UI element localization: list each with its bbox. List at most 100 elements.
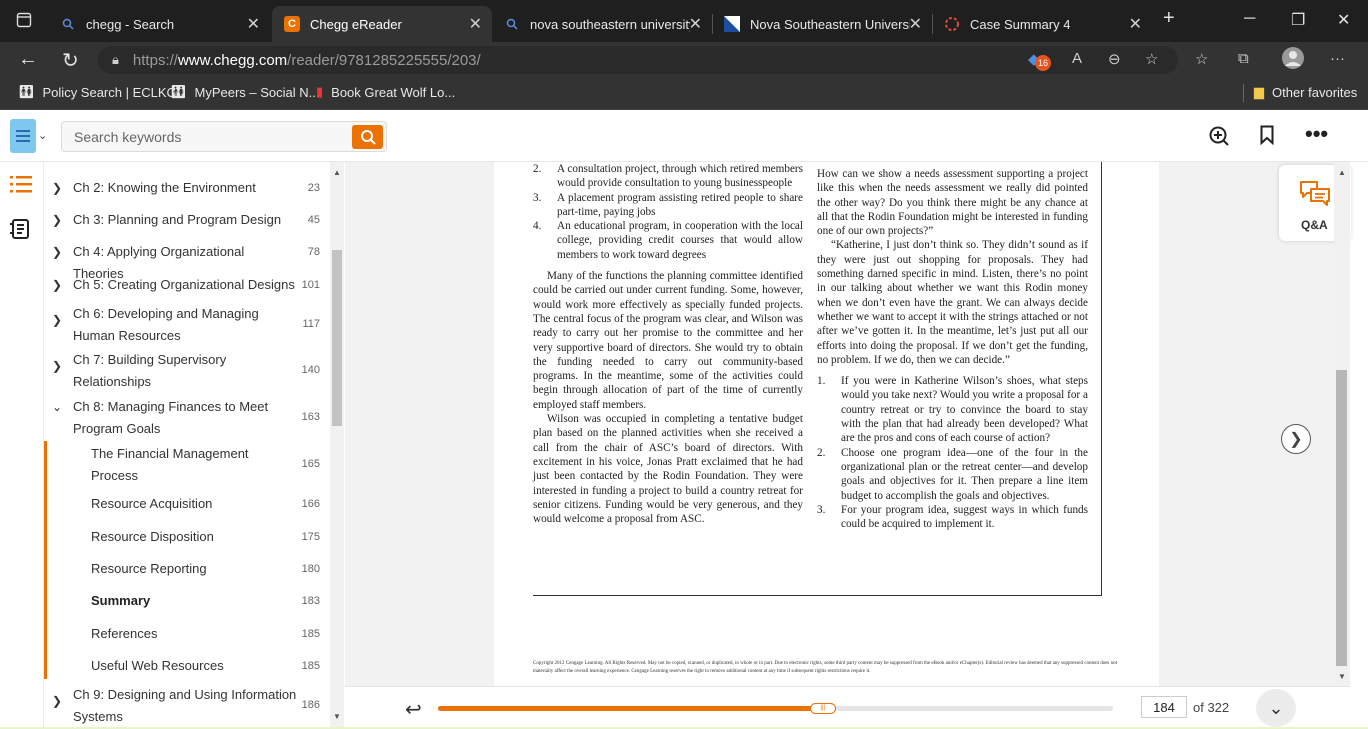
- chevron-down-icon[interactable]: ⌄: [52, 400, 62, 414]
- profile-avatar-icon[interactable]: [1282, 47, 1304, 73]
- toc-page: 117: [302, 318, 320, 330]
- chevron-down-icon: ⌄: [1268, 697, 1284, 718]
- list-number: 2.: [817, 446, 826, 459]
- case-box-border: [958, 162, 1102, 596]
- bookmark-icon: 🚻︎: [170, 84, 187, 99]
- close-icon[interactable]: ✕: [247, 14, 260, 34]
- scroll-up-icon[interactable]: ▲: [333, 168, 341, 177]
- zoom-in-icon[interactable]: [1208, 125, 1230, 153]
- toc-label: Ch 5: Creating Organizational Designs: [73, 277, 295, 292]
- close-window-icon[interactable]: ✕: [1337, 10, 1350, 30]
- bookmark-icon[interactable]: [1260, 125, 1274, 151]
- close-icon[interactable]: ✕: [469, 14, 482, 34]
- page-number-input[interactable]: [1141, 696, 1187, 718]
- zoom-icon[interactable]: ⊖: [1108, 50, 1121, 68]
- toc-page: 186: [301, 699, 320, 711]
- toc-label: Summary: [91, 593, 151, 608]
- url-field[interactable]: 🔒︎ https://www.chegg.com/reader/97812852…: [98, 46, 1178, 74]
- lock-icon: 🔒︎: [112, 52, 119, 67]
- back-arrow-icon[interactable]: ←: [18, 48, 38, 71]
- close-icon[interactable]: ✕: [1129, 14, 1142, 34]
- favorites-icon[interactable]: ☆: [1195, 50, 1208, 68]
- toc-page: 183: [301, 595, 320, 607]
- close-icon[interactable]: ✕: [689, 14, 702, 34]
- toc-label: Ch 3: Planning and Program Design: [73, 212, 282, 227]
- reader-header: ⌄ •••: [0, 111, 1368, 162]
- toc-page: 140: [301, 364, 320, 376]
- total-pages: of 322: [1193, 700, 1230, 715]
- folder-icon: ▆: [1254, 84, 1264, 99]
- list-text: A placement program assisting retired pe…: [557, 191, 803, 218]
- browser-tab[interactable]: Case Summary 4 ✕: [932, 6, 1152, 42]
- scrollbar-thumb[interactable]: [332, 250, 342, 426]
- next-page-button[interactable]: ❯: [1281, 424, 1311, 454]
- list-text: A consultation project, through which re…: [557, 163, 803, 190]
- search-input[interactable]: [68, 125, 348, 149]
- notes-icon[interactable]: [10, 218, 30, 246]
- bookmark-label: Policy Search | ECLKC: [42, 84, 176, 100]
- more-menu-icon[interactable]: ···: [1330, 50, 1345, 67]
- add-favorite-icon[interactable]: ☆: [1145, 50, 1158, 68]
- collections-icon[interactable]: ⧉: [1238, 50, 1249, 67]
- screen: { "browser": { "tabs": [ {"label": "cheg…: [0, 0, 1368, 729]
- toc-list-icon[interactable]: [10, 174, 32, 200]
- bookmark-item[interactable]: ▮ Book Great Wolf Lo...: [316, 84, 455, 100]
- reader-pane: 2. A consultation project, through which …: [345, 162, 1350, 686]
- other-favorites[interactable]: ▆ Other favorites: [1254, 84, 1357, 100]
- reader-scrollbar[interactable]: ▲ ▼: [1334, 162, 1350, 686]
- chevron-right-icon[interactable]: ❯: [52, 278, 62, 292]
- return-arrow-icon[interactable]: ↩: [405, 697, 422, 722]
- toc-menu-icon[interactable]: [10, 119, 36, 153]
- chevron-right-icon[interactable]: ❯: [52, 359, 62, 373]
- chevron-right-icon[interactable]: ❯: [52, 313, 62, 327]
- scroll-down-icon[interactable]: ▼: [333, 712, 341, 721]
- toc-page: 166: [301, 498, 320, 510]
- toc-label: Resource Reporting: [91, 561, 207, 576]
- chevron-down-icon[interactable]: ⌄: [38, 129, 47, 142]
- extension-badge: 16: [1035, 55, 1051, 71]
- table-of-contents: ❯ Ch 2: Knowing the Environment 23 ❯ Ch …: [44, 162, 330, 729]
- close-icon[interactable]: ✕: [909, 14, 922, 34]
- browser-tab-bar: chegg - Search ✕ C Chegg eReader ✕ nova …: [0, 0, 1368, 42]
- chevron-right-icon[interactable]: ❯: [52, 245, 62, 259]
- read-aloud-icon[interactable]: A: [1072, 50, 1082, 67]
- more-options-icon[interactable]: •••: [1305, 121, 1328, 147]
- bookmark-item[interactable]: 🚻︎ MyPeers – Social N...: [170, 84, 320, 100]
- case-box-bottom-rule: [533, 595, 1102, 596]
- scroll-up-icon[interactable]: ▲: [1338, 168, 1346, 177]
- page-progress-slider[interactable]: |||: [438, 703, 1113, 714]
- chegg-logo-icon: C: [284, 16, 300, 32]
- toc-label: Resource Acquisition: [91, 496, 213, 511]
- new-tab-icon[interactable]: +: [1163, 7, 1175, 30]
- current-chapter-indicator: [44, 441, 47, 679]
- toc-label: Ch 2: Knowing the Environment: [73, 180, 256, 195]
- bookmark-icon: 🚻︎: [18, 84, 35, 99]
- progress-knob-icon[interactable]: |||: [809, 703, 836, 714]
- tab-label: nova southeastern university: [530, 16, 690, 32]
- toc-page: 175: [301, 531, 320, 543]
- chevron-right-icon[interactable]: ❯: [52, 181, 62, 195]
- browser-tab[interactable]: chegg - Search ✕: [48, 6, 270, 42]
- expand-toolbar-button[interactable]: ⌄: [1256, 689, 1296, 727]
- search-icon: [60, 16, 76, 32]
- chat-bubbles-icon: [1300, 181, 1330, 206]
- toc-scrollbar[interactable]: ▲ ▼: [330, 162, 344, 729]
- restore-icon[interactable]: ❐: [1291, 10, 1305, 30]
- toc-label: Ch 9: Designing and Using Information Sy…: [73, 687, 297, 724]
- browser-tab-active[interactable]: C Chegg eReader ✕: [272, 6, 492, 42]
- scroll-down-icon[interactable]: ▼: [1338, 672, 1346, 681]
- scrollbar-thumb[interactable]: [1336, 370, 1347, 666]
- chevron-right-icon[interactable]: ❯: [52, 213, 62, 227]
- browser-tab[interactable]: nova southeastern university ✕: [492, 6, 712, 42]
- bookmark-item[interactable]: 🚻︎ Policy Search | ECLKC: [18, 84, 176, 100]
- search-button[interactable]: [352, 125, 383, 149]
- tab-actions-icon[interactable]: [16, 12, 32, 33]
- browser-tab[interactable]: Nova Southeastern University ✕: [712, 6, 932, 42]
- chevron-right-icon[interactable]: ❯: [52, 694, 62, 708]
- tab-label: Nova Southeastern University: [750, 16, 910, 32]
- refresh-icon[interactable]: ↻: [62, 48, 79, 73]
- toc-page: 45: [307, 214, 320, 226]
- minimize-icon[interactable]: ─: [1244, 10, 1255, 28]
- toc-page: 78: [307, 246, 320, 258]
- bookmark-label: MyPeers – Social N...: [194, 84, 320, 100]
